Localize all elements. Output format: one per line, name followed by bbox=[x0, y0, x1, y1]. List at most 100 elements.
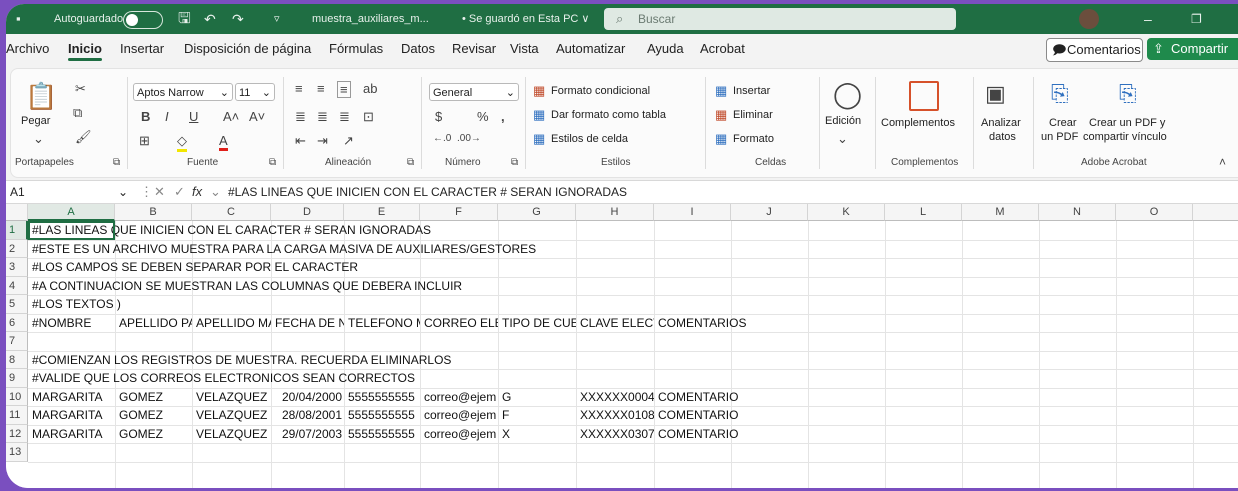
select-all-corner[interactable] bbox=[6, 204, 28, 221]
format-table-button[interactable]: Dar formato como tabla bbox=[551, 109, 666, 121]
paste-label[interactable]: Pegar bbox=[21, 115, 50, 127]
decrease-indent-icon[interactable]: ⇤ bbox=[295, 133, 306, 149]
cell-f11[interactable]: correo@ejem bbox=[422, 406, 498, 425]
format-cells-icon[interactable]: ▦ bbox=[715, 131, 727, 147]
enter-icon[interactable]: ✓ bbox=[174, 181, 185, 203]
cell-g10[interactable]: G bbox=[500, 388, 576, 407]
search-box[interactable]: ⌕ Buscar bbox=[604, 8, 956, 30]
col-header-i[interactable]: I bbox=[654, 204, 731, 221]
increase-indent-icon[interactable]: ⇥ bbox=[317, 133, 328, 149]
formula-input[interactable]: #LAS LINEAS QUE INICIEN CON EL CARACTER … bbox=[228, 181, 627, 203]
save-icon[interactable]: 🖫 bbox=[178, 4, 191, 34]
addins-icon[interactable] bbox=[909, 81, 939, 111]
cell-f10[interactable]: correo@ejem bbox=[422, 388, 498, 407]
cell-b10[interactable]: GOMEZ bbox=[117, 388, 192, 407]
number-format-select[interactable]: General ⌄ bbox=[429, 83, 519, 101]
quick-access-dropdown-icon[interactable]: ▿ bbox=[274, 4, 280, 34]
percent-icon[interactable]: % bbox=[477, 109, 489, 124]
editing-button[interactable]: Edición bbox=[825, 115, 861, 127]
paste-dropdown-icon[interactable]: ⌄ bbox=[33, 131, 44, 147]
align-center-icon[interactable]: ≣ bbox=[317, 109, 328, 125]
align-bottom-icon[interactable]: ≡ bbox=[337, 81, 351, 98]
create-pdf-line2[interactable]: un PDF bbox=[1041, 131, 1078, 143]
cell-i10[interactable]: COMENTARIO bbox=[656, 388, 806, 407]
col-header-g[interactable]: G bbox=[498, 204, 576, 221]
col-header-j[interactable]: J bbox=[731, 204, 808, 221]
menu-disposicion[interactable]: Disposición de página bbox=[184, 34, 311, 64]
cell-c6[interactable]: APELLIDO MA bbox=[194, 314, 271, 333]
align-left-icon[interactable]: ≣ bbox=[295, 109, 306, 125]
row-header-10[interactable]: 10 bbox=[6, 387, 28, 406]
font-name-select[interactable]: Aptos Narrow ⌄ bbox=[133, 83, 233, 101]
cell-h6[interactable]: CLAVE ELECT bbox=[578, 314, 654, 333]
align-top-icon[interactable]: ≡ bbox=[295, 81, 303, 96]
cell-a3[interactable]: #LOS CAMPOS SE DEBEN SEPARAR POR EL CARA… bbox=[30, 258, 730, 277]
cell-a2[interactable]: #ESTE ES UN ARCHIVO MUESTRA PARA LA CARG… bbox=[30, 240, 730, 259]
cell-b11[interactable]: GOMEZ bbox=[117, 406, 192, 425]
cell-a12[interactable]: MARGARITA bbox=[30, 425, 115, 444]
more-options-icon[interactable]: ⋮ bbox=[140, 181, 153, 203]
cancel-icon[interactable]: ✕ bbox=[154, 181, 165, 203]
delete-cells-icon[interactable]: ▦ bbox=[715, 107, 727, 123]
paste-icon[interactable]: 📋 bbox=[25, 81, 57, 112]
chevron-down-icon[interactable]: ⌄ bbox=[837, 131, 848, 147]
cell-b6[interactable]: APELLIDO PA bbox=[117, 314, 192, 333]
analyze-line2[interactable]: datos bbox=[989, 131, 1016, 143]
addins-button[interactable]: Complementos bbox=[881, 117, 955, 129]
row-header-6[interactable]: 6 bbox=[6, 313, 28, 332]
bold-icon[interactable]: B bbox=[141, 109, 150, 124]
insert-cells-button[interactable]: Insertar bbox=[733, 85, 770, 97]
clipboard-launcher-icon[interactable]: ⧉ bbox=[113, 157, 120, 168]
conditional-format-button[interactable]: Formato condicional bbox=[551, 85, 650, 97]
cell-b12[interactable]: GOMEZ bbox=[117, 425, 192, 444]
share-pdf-icon[interactable]: ⎘ bbox=[1119, 81, 1137, 107]
col-header-c[interactable]: C bbox=[192, 204, 271, 221]
row-header-1[interactable]: 1 bbox=[6, 221, 28, 240]
menu-vista[interactable]: Vista bbox=[510, 34, 539, 64]
cell-styles-button[interactable]: Estilos de celda bbox=[551, 133, 628, 145]
cell-d6[interactable]: FECHA DE NA bbox=[273, 314, 344, 333]
number-launcher-icon[interactable]: ⧉ bbox=[511, 157, 518, 168]
wrap-text-icon[interactable]: ab bbox=[363, 81, 377, 96]
row-header-8[interactable]: 8 bbox=[6, 350, 28, 369]
cell-a4[interactable]: #A CONTINUACION SE MUESTRAN LAS COLUMNAS… bbox=[30, 277, 730, 296]
row-header-5[interactable]: 5 bbox=[6, 295, 28, 314]
cell-d11[interactable]: 28/08/2001 bbox=[273, 406, 344, 425]
cell-a10[interactable]: MARGARITA bbox=[30, 388, 115, 407]
comments-button[interactable]: 🗩 Comentarios bbox=[1046, 38, 1143, 62]
col-header-f[interactable]: F bbox=[420, 204, 498, 221]
menu-acrobat[interactable]: Acrobat bbox=[700, 34, 745, 64]
save-status[interactable]: • Se guardó en Esta PC ∨ bbox=[462, 4, 589, 34]
alignment-launcher-icon[interactable]: ⧉ bbox=[407, 157, 414, 168]
comma-style-icon[interactable]: , bbox=[501, 109, 505, 124]
font-color-icon[interactable]: A bbox=[219, 133, 228, 151]
analyze-line1[interactable]: Analizar bbox=[981, 117, 1021, 129]
menu-formulas[interactable]: Fórmulas bbox=[329, 34, 383, 64]
menu-archivo[interactable]: Archivo bbox=[6, 34, 49, 64]
cell-a9[interactable]: #VALIDE QUE LOS CORREOS ELECTRONICOS SEA… bbox=[30, 369, 730, 388]
menu-datos[interactable]: Datos bbox=[401, 34, 435, 64]
col-header-h[interactable]: H bbox=[576, 204, 654, 221]
fill-color-icon[interactable]: ◇ bbox=[177, 133, 187, 152]
cell-styles-icon[interactable]: ▦ bbox=[533, 131, 545, 147]
worksheet-grid[interactable]: A B C D E F G H I J K L M N O 1 2 3 4 5 … bbox=[6, 204, 1238, 488]
row-header-7[interactable]: 7 bbox=[6, 332, 28, 351]
format-cells-button[interactable]: Formato bbox=[733, 133, 774, 145]
cell-a1[interactable]: #LAS LINEAS QUE INICIEN CON EL CARACTER … bbox=[30, 221, 730, 240]
create-pdf-icon[interactable]: ⎘ bbox=[1051, 81, 1069, 107]
analyze-data-icon[interactable]: ▣ bbox=[985, 81, 1006, 107]
row-header-12[interactable]: 12 bbox=[6, 424, 28, 443]
cell-i12[interactable]: COMENTARIO bbox=[656, 425, 806, 444]
cell-d12[interactable]: 29/07/2003 bbox=[273, 425, 344, 444]
increase-decimal-icon[interactable]: ←.0 bbox=[433, 133, 451, 144]
create-pdf-line1[interactable]: Crear bbox=[1049, 117, 1077, 129]
menu-revisar[interactable]: Revisar bbox=[452, 34, 496, 64]
collapse-ribbon-icon[interactable]: ˄ bbox=[1219, 155, 1226, 169]
menu-insertar[interactable]: Insertar bbox=[120, 34, 164, 64]
currency-icon[interactable]: $ bbox=[435, 109, 442, 124]
italic-icon[interactable]: I bbox=[165, 109, 169, 124]
find-icon[interactable]: ◯ bbox=[833, 79, 862, 110]
restore-icon[interactable]: ❐ bbox=[1191, 4, 1202, 34]
delete-cells-button[interactable]: Eliminar bbox=[733, 109, 773, 121]
col-header-a[interactable]: A bbox=[28, 204, 115, 221]
